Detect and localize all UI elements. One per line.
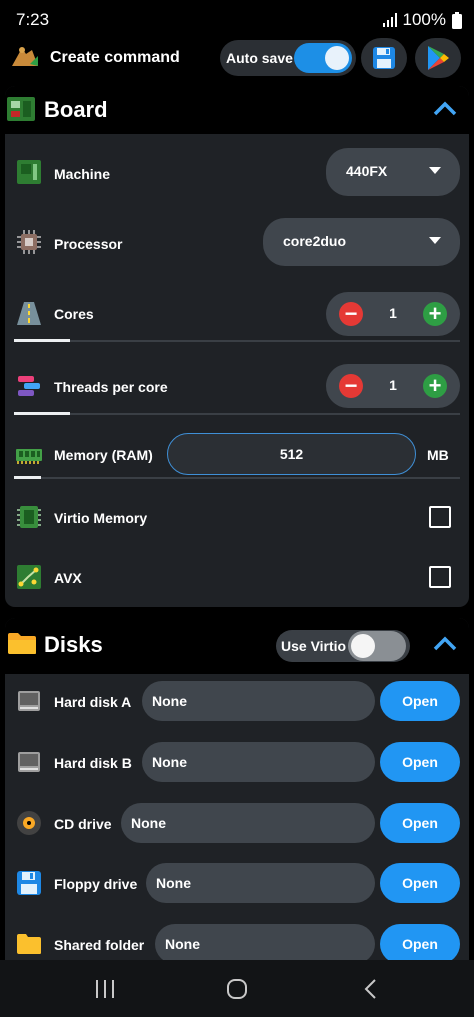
circuit-icon — [17, 565, 41, 589]
board-title: Board — [44, 97, 108, 122]
use-virtio-toggle[interactable] — [348, 631, 406, 661]
autosave-label: Auto save — [226, 50, 293, 66]
home-icon[interactable] — [226, 978, 248, 1000]
floppy-drive-label: Floppy drive — [54, 876, 138, 892]
folder-icon — [8, 633, 36, 654]
system-navigation-bar — [0, 960, 474, 1017]
app-logo-icon — [12, 47, 38, 66]
shared-folder-icon — [17, 934, 41, 954]
hard-disk-a-path[interactable]: None — [142, 681, 375, 721]
disks-card: Disks Use Virtio Hard disk A None Open H… — [5, 618, 469, 978]
hard-disk-icon — [18, 691, 40, 711]
cores-stepper: − 1 + — [326, 292, 460, 336]
memory-label: Memory (RAM) — [54, 447, 153, 463]
machine-value: 440FX — [346, 163, 388, 179]
memory-unit: MB — [427, 447, 449, 463]
memory-slider[interactable] — [14, 476, 460, 479]
status-bar: 7:23 100% — [0, 0, 474, 38]
chevron-up-icon[interactable] — [433, 100, 457, 116]
ram-icon — [16, 449, 42, 464]
threads-stepper: − 1 + — [326, 364, 460, 408]
board-card: Board Machine 440FX Processor core2duo C… — [5, 86, 469, 607]
use-virtio-control: Use Virtio — [276, 630, 410, 662]
battery-level: 100% — [402, 10, 446, 29]
floppy-save-icon — [373, 47, 395, 69]
shared-folder-open-button[interactable]: Open — [380, 924, 460, 964]
road-icon — [17, 302, 41, 325]
processor-label: Processor — [54, 236, 123, 252]
threads-increment-button[interactable]: + — [423, 374, 447, 398]
machine-select[interactable]: 440FX — [326, 148, 460, 196]
floppy-disk-icon — [17, 871, 41, 895]
cpu-icon — [17, 230, 41, 254]
toolbar: Create command Auto save — [0, 38, 474, 78]
threads-icon — [18, 376, 40, 396]
cd-disc-icon — [17, 811, 41, 835]
dropdown-arrow-icon — [429, 237, 441, 244]
threads-label: Threads per core — [54, 379, 168, 395]
memory-slider-fill — [14, 476, 41, 479]
machine-label: Machine — [54, 166, 111, 182]
cores-slider-fill — [14, 339, 70, 342]
floppy-drive-open-button[interactable]: Open — [380, 863, 460, 903]
cd-drive-open-button[interactable]: Open — [380, 803, 460, 843]
back-icon[interactable] — [362, 978, 378, 1000]
virtio-memory-checkbox[interactable] — [429, 506, 451, 528]
disks-header[interactable]: Disks Use Virtio — [5, 618, 469, 674]
page-title: Create command — [50, 49, 180, 66]
processor-select[interactable]: core2duo — [263, 218, 460, 266]
motherboard-icon — [7, 97, 35, 121]
avx-checkbox[interactable] — [429, 566, 451, 588]
cd-drive-label: CD drive — [54, 816, 112, 832]
autosave-control: Auto save — [220, 40, 356, 76]
battery-icon — [452, 11, 462, 29]
shared-folder-label: Shared folder — [54, 937, 145, 953]
chip-board-icon — [17, 160, 41, 184]
status-time: 7:23 — [16, 10, 50, 29]
cores-label: Cores — [54, 306, 94, 322]
disks-title: Disks — [44, 632, 103, 657]
memory-input[interactable]: 512 — [167, 433, 416, 475]
hard-disk-b-label: Hard disk B — [54, 755, 132, 771]
floppy-drive-path[interactable]: None — [146, 863, 375, 903]
run-button[interactable] — [415, 38, 461, 78]
play-store-icon — [428, 46, 449, 70]
autosave-toggle[interactable] — [294, 43, 352, 73]
cores-increment-button[interactable]: + — [423, 302, 447, 326]
shared-folder-path[interactable]: None — [155, 924, 375, 964]
hard-disk-a-label: Hard disk A — [54, 694, 132, 710]
threads-slider-fill — [14, 412, 70, 415]
hard-disk-b-open-button[interactable]: Open — [380, 742, 460, 782]
hard-disk-b-path[interactable]: None — [142, 742, 375, 782]
signal-icon — [382, 13, 397, 27]
avx-label: AVX — [54, 570, 82, 586]
hard-disk-a-open-button[interactable]: Open — [380, 681, 460, 721]
virtio-chip-icon — [17, 506, 41, 528]
board-header[interactable]: Board — [5, 86, 469, 134]
save-button[interactable] — [361, 38, 407, 78]
cd-drive-path[interactable]: None — [121, 803, 375, 843]
processor-value: core2duo — [283, 233, 347, 249]
hard-disk-icon — [18, 752, 40, 772]
recent-apps-icon[interactable] — [94, 978, 116, 1000]
dropdown-arrow-icon — [429, 167, 441, 174]
threads-slider[interactable] — [14, 412, 460, 415]
chevron-up-icon[interactable] — [433, 635, 457, 651]
virtio-memory-label: Virtio Memory — [54, 510, 148, 526]
cores-slider[interactable] — [14, 339, 460, 342]
use-virtio-label: Use Virtio — [281, 638, 347, 654]
